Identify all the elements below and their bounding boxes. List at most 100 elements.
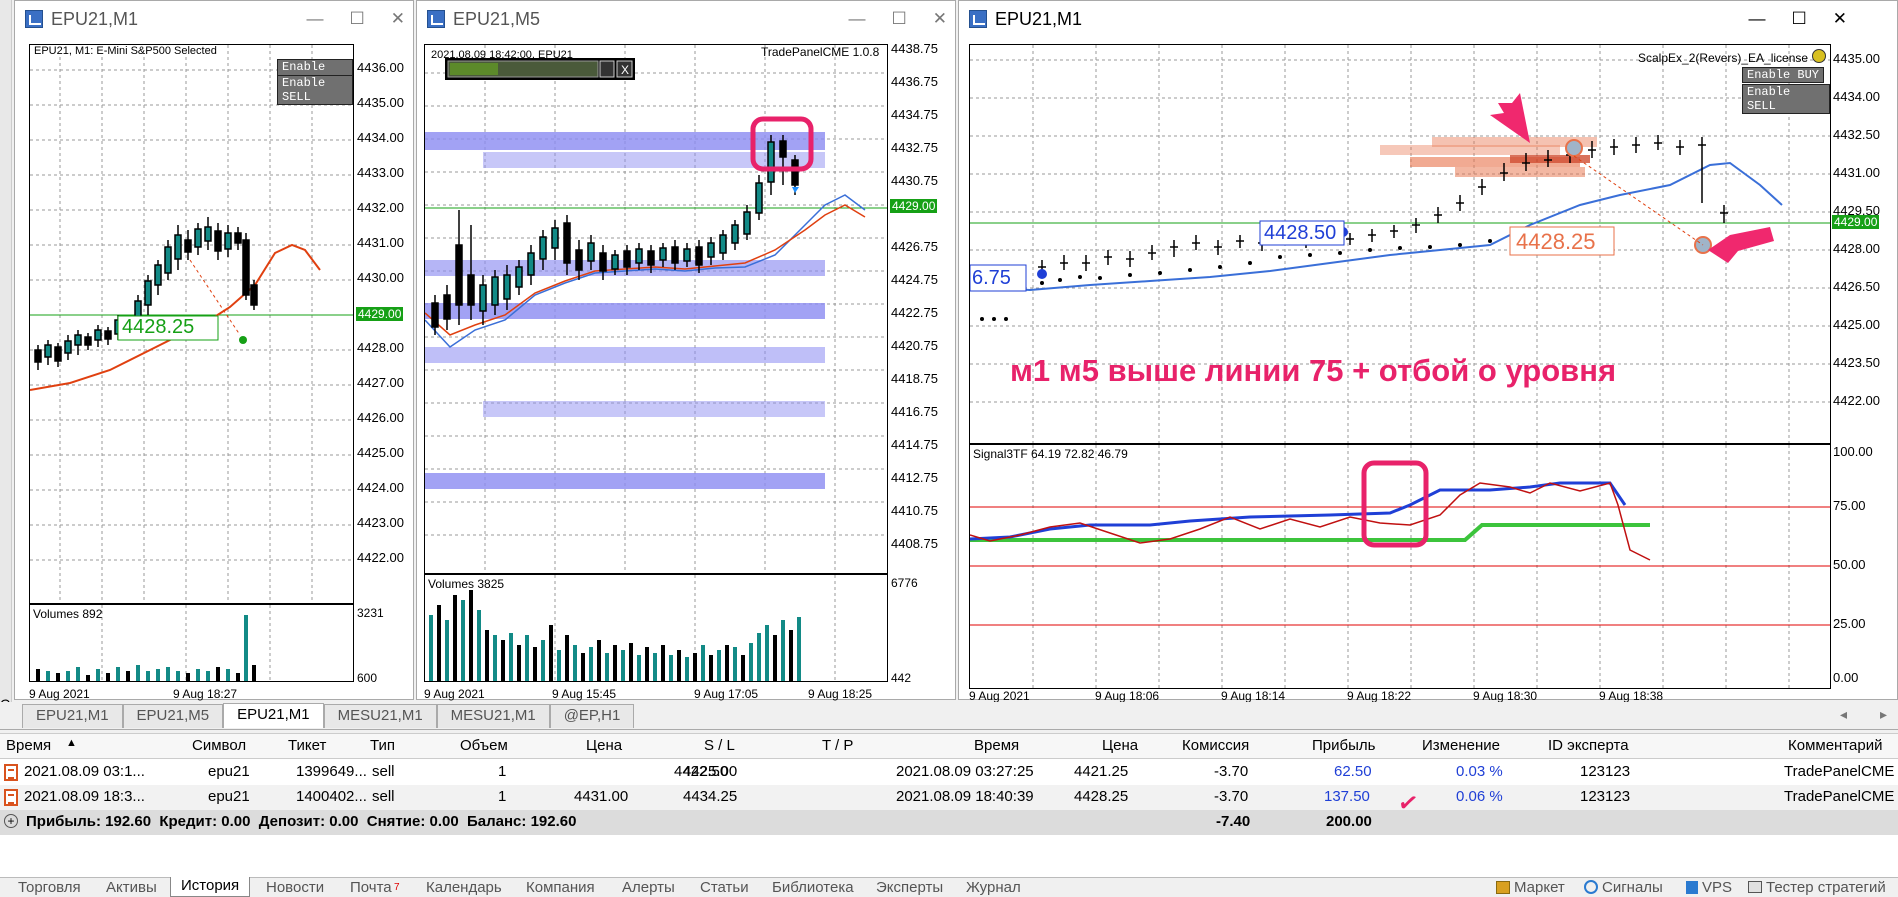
maximize-icon[interactable]: ☐ [350, 9, 365, 29]
window-title-bar[interactable]: EPU21,M1 — ☐ ✕ [15, 1, 413, 37]
tab-mail[interactable]: Почта [350, 879, 392, 896]
price-tick: 4425.00 [1833, 317, 1880, 332]
price-chart[interactable]: 4428.50 6.75 4428.25 м1 м5 выше линии 75… [969, 44, 1831, 444]
enable-sell-button[interactable]: Enable SELL [1742, 84, 1830, 114]
expand-icon[interactable]: + [4, 814, 18, 828]
tab-calendar[interactable]: Календарь [426, 879, 502, 896]
window-title-bar[interactable]: EPU21,M1 — ☐ ✕ [959, 1, 1897, 37]
tab-news[interactable]: Новости [266, 879, 324, 896]
close-icon[interactable]: ✕ [1833, 9, 1847, 29]
volume-svg [429, 575, 836, 681]
chart-tab[interactable]: MESU21,M1 [436, 704, 550, 728]
col-header[interactable]: Символ [192, 737, 246, 754]
trade-panel-label: TradePanelCME 1.0.8 [761, 45, 880, 59]
minimize-icon[interactable]: — [849, 9, 866, 29]
tab-history[interactable]: История [170, 877, 251, 897]
tab-library[interactable]: Библиотека [772, 879, 854, 896]
enable-sell-button[interactable]: Enable SELL [277, 75, 353, 105]
price-tick: 4418.75 [891, 371, 938, 386]
tab-trade[interactable]: Торговля [18, 879, 81, 896]
tab-journal[interactable]: Журнал [966, 879, 1021, 896]
current-price-badge: 4429.00 [890, 199, 938, 213]
chart-window-epu21-m1-left[interactable]: EPU21,M1 — ☐ ✕ 4428.25 EPU21, M1: E-Mini… [14, 0, 414, 701]
cell-change: 0.06 % [1456, 788, 1503, 805]
window-title-bar[interactable]: EPU21,M5 — ☐ ✕ [417, 1, 955, 37]
stop-loss: 4425.00 [683, 763, 738, 780]
cell-volume: 1 [498, 763, 507, 780]
minimize-icon[interactable]: — [1749, 9, 1766, 29]
price-chart[interactable]: X 2021.08.09 18:42:00, EPU21 TradePanelC… [424, 44, 888, 574]
indicator-tick: 0.00 [1833, 670, 1859, 685]
svg-text:X: X [621, 63, 629, 77]
current-price-badge: 4429.00 [356, 307, 404, 321]
tab-company[interactable]: Компания [526, 879, 595, 896]
col-header[interactable]: Цена [1102, 737, 1138, 754]
ea-title: EPU21, M1: E-Mini S&P500 Selected [34, 45, 217, 57]
maximize-icon[interactable]: ☐ [892, 9, 907, 29]
price-tick: 4427.00 [357, 375, 404, 390]
chart-tab[interactable]: @EP,H1 [549, 704, 635, 728]
price-tick: 4423.50 [1833, 355, 1880, 370]
col-header[interactable]: Прибыль [1312, 737, 1375, 754]
signals-button[interactable]: Сигналы [1602, 879, 1663, 896]
chart-window-epu21-m5[interactable]: EPU21,M5 — ☐ ✕ X 2021.08.09 18:42:00, EP… [416, 0, 956, 701]
indicator-axis: 100.00 75.00 50.00 25.00 0.00 [1833, 444, 1898, 689]
col-header[interactable]: Тикет [288, 737, 326, 754]
chart-window-epu21-m1-main[interactable]: EPU21,M1 — ☐ ✕ 4428.50 6.75 4428.25 м1 м… [958, 0, 1898, 703]
indicator-chart[interactable]: Signal3TF 64.19 72.82 46.79 [969, 444, 1831, 689]
minimize-icon[interactable]: — [307, 9, 324, 29]
volume-chart[interactable]: Volumes 3825 [424, 574, 888, 682]
col-header[interactable]: ID эксперта [1548, 737, 1629, 754]
market-button[interactable]: Маркет [1514, 879, 1565, 896]
volume-axis-low: 442 [891, 671, 912, 685]
cell-open-time: 2021.08.09 18:3... [24, 788, 145, 805]
col-header[interactable]: S / L [704, 737, 735, 754]
col-header[interactable]: T / P [822, 737, 853, 754]
maximize-icon[interactable]: ☐ [1792, 9, 1807, 29]
time-tick: 9 Aug 18:27 [173, 687, 238, 701]
col-header[interactable]: Изменение [1422, 737, 1500, 754]
deal-doc-icon [4, 764, 18, 781]
time-tick: 9 Aug 2021 [424, 687, 485, 701]
chart-tab[interactable]: EPU21,M1 [22, 704, 123, 728]
scroll-left-icon[interactable]: ◂ [1840, 706, 1847, 723]
time-tick: 9 Aug 2021 [969, 689, 1030, 703]
chart-icon [25, 10, 43, 28]
cell-symbol: epu21 [208, 788, 250, 805]
price-tick: 4428.00 [1833, 241, 1880, 256]
table-row[interactable]: 2021.08.09 18:3... epu21 1400402... sell… [0, 785, 1898, 810]
vps-icon [1686, 881, 1698, 894]
volume-axis-low: 600 [357, 671, 378, 685]
tab-alerts[interactable]: Алерты [622, 879, 675, 896]
volume-chart[interactable]: Volumes 892 [29, 604, 354, 682]
chart-tab[interactable]: MESU21,M1 [323, 704, 437, 728]
chart-header-text: 2021.08.09 18:42:00, EPU21 [431, 49, 573, 61]
volumes-label: Volumes 892 [33, 607, 103, 621]
tester-icon [1748, 881, 1762, 893]
col-header[interactable]: Время [6, 737, 51, 754]
col-header[interactable]: Объем [460, 737, 508, 754]
indicator-label: Signal3TF 64.19 72.82 46.79 [973, 447, 1128, 461]
table-row[interactable]: 2021.08.09 03:1... epu21 1399649... sell… [0, 760, 1898, 785]
close-icon[interactable]: ✕ [391, 9, 405, 29]
strategy-tester-button[interactable]: Тестер стратегий [1766, 879, 1886, 896]
tab-articles[interactable]: Статьи [700, 879, 749, 896]
zone-bars [1380, 137, 1597, 177]
vps-button[interactable]: VPS [1702, 879, 1732, 896]
close-icon[interactable]: ✕ [933, 9, 947, 29]
enable-buy-button[interactable]: Enable BUY [1742, 67, 1825, 83]
tab-assets[interactable]: Активы [106, 879, 157, 896]
col-header[interactable]: Время [974, 737, 1019, 754]
cell-commission: -3.70 [1214, 763, 1249, 780]
scroll-right-icon[interactable]: ▸ [1880, 706, 1887, 723]
chart-tab-active[interactable]: EPU21,M1 [223, 703, 324, 728]
col-header[interactable]: Тип [370, 737, 395, 754]
tab-experts[interactable]: Эксперты [876, 879, 943, 896]
price-tick: 4424.75 [891, 272, 938, 287]
col-header[interactable]: Комиссия [1182, 737, 1249, 754]
col-header[interactable]: Цена [586, 737, 622, 754]
chart-tab[interactable]: EPU21,M5 [122, 704, 224, 728]
cell-type: sell [372, 763, 395, 780]
col-header[interactable]: Комментарий [1788, 737, 1882, 754]
price-chart[interactable]: 4428.25 EPU21, M1: E-Mini S&P500 Selecte… [29, 44, 354, 604]
